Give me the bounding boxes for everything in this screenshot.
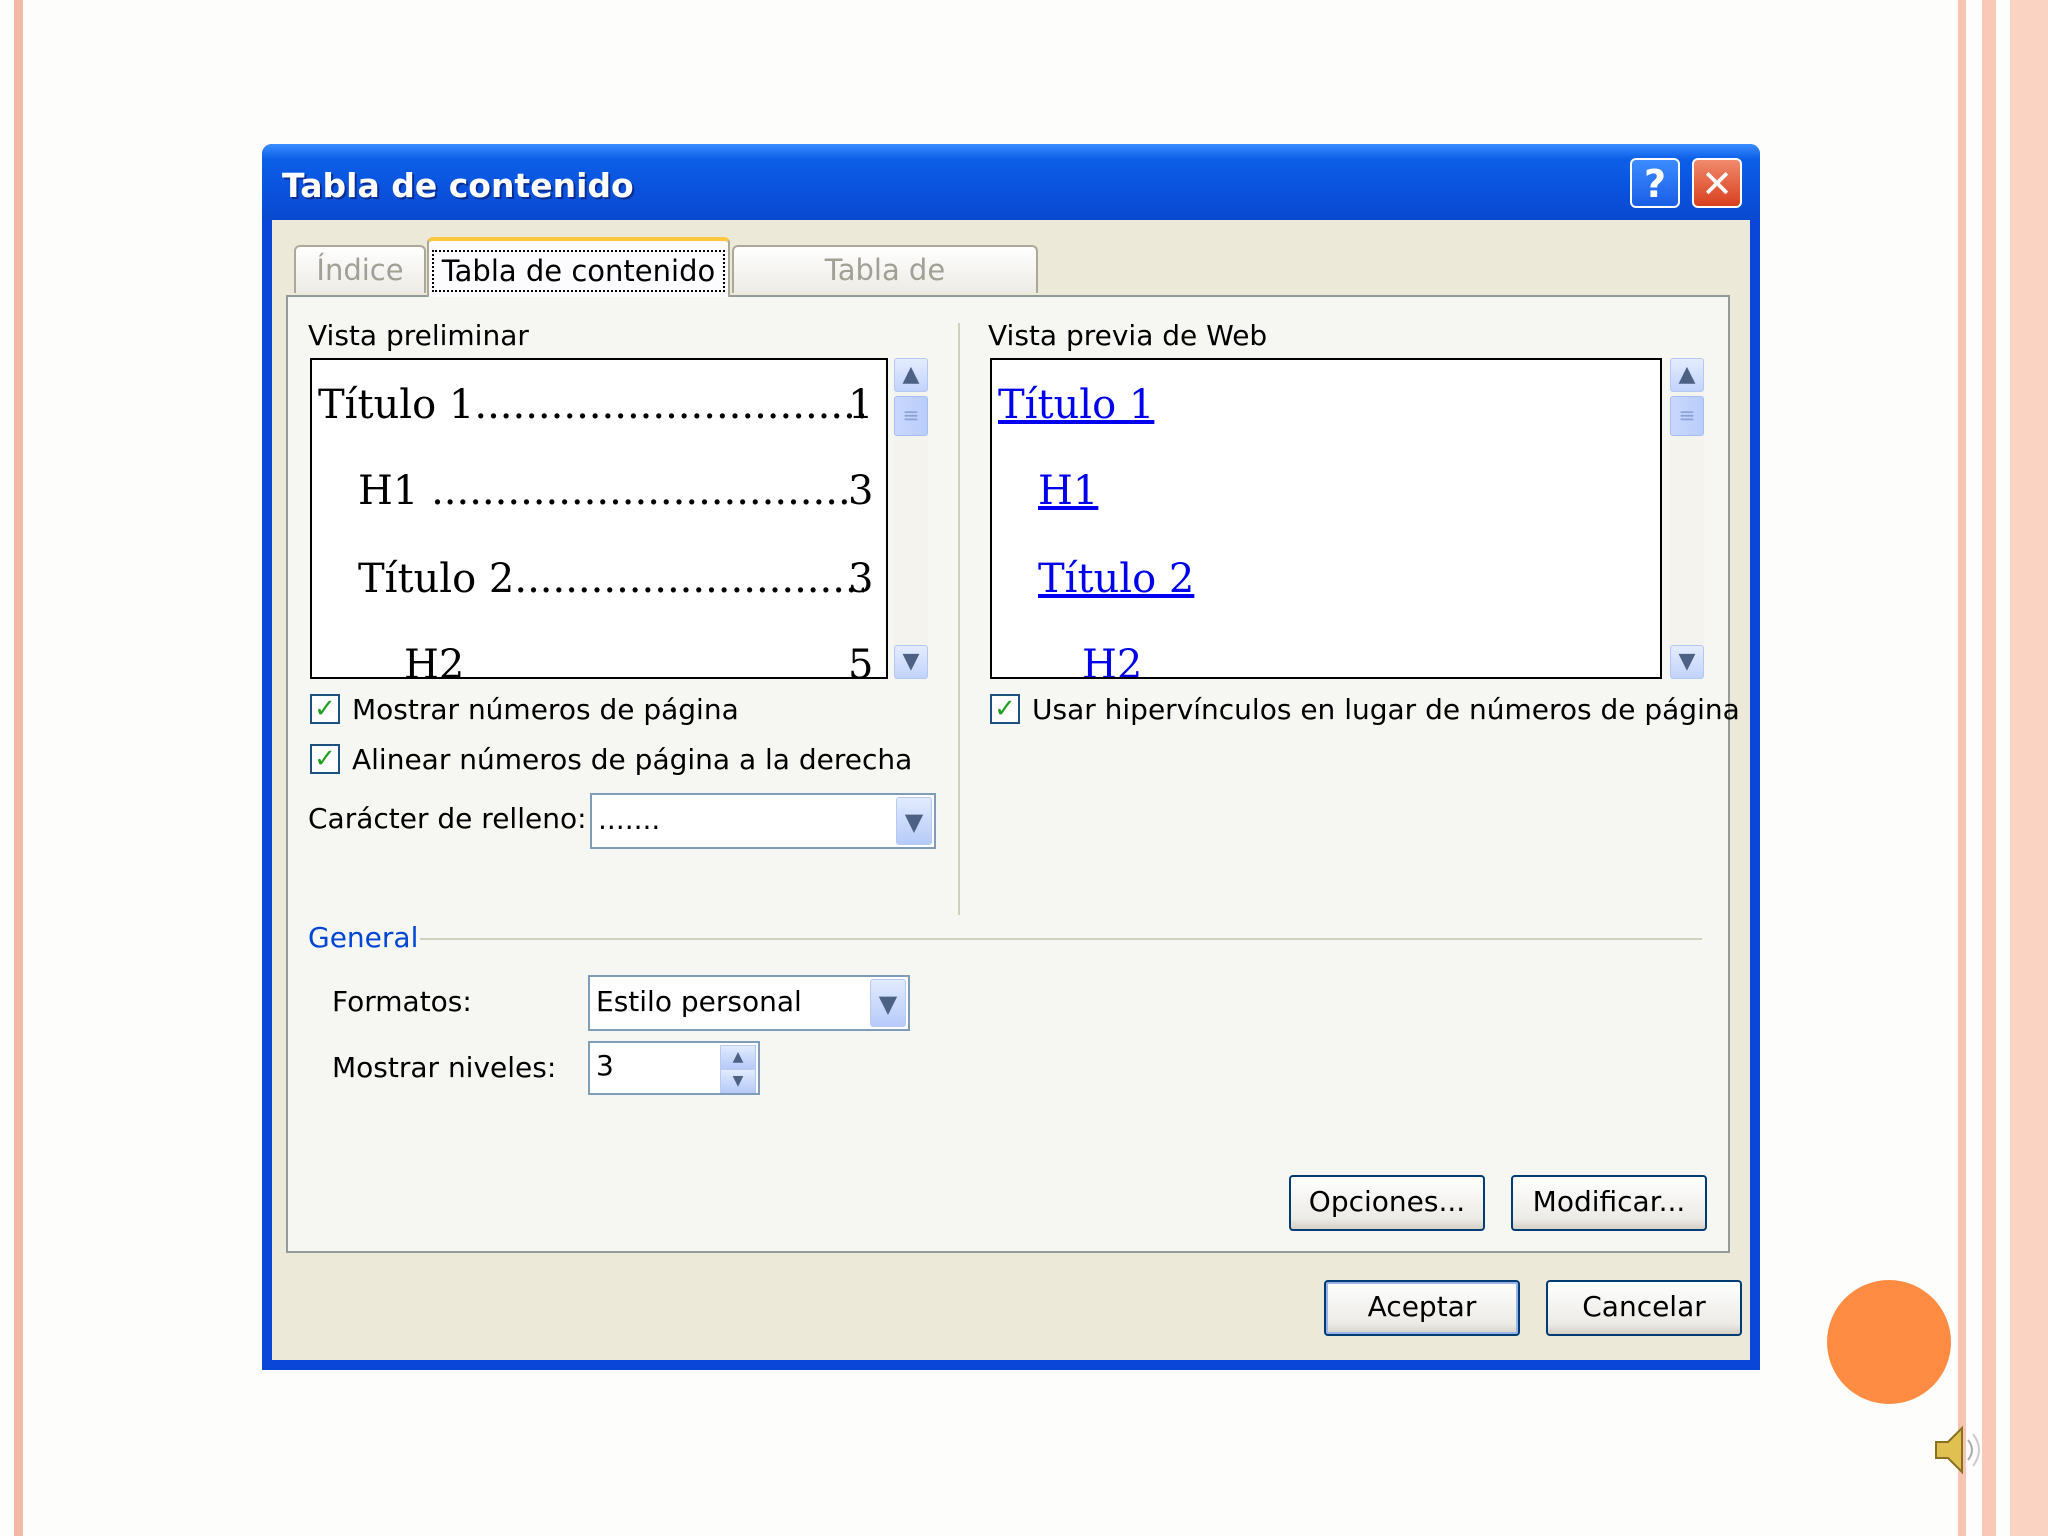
preview-entry: Título 1................................… xyxy=(318,382,864,428)
tab-label: Tabla de contenido xyxy=(431,250,726,292)
decorative-circle xyxy=(1827,1280,1951,1404)
print-preview-label: Vista preliminar xyxy=(308,319,529,352)
toc-dialog: Tabla de contenido ? ✕ Índice Tabla de c… xyxy=(262,144,1760,1370)
preview-page-number: 1 xyxy=(848,382,874,428)
show-page-numbers-label: Mostrar números de página xyxy=(352,693,739,726)
speaker-icon[interactable] xyxy=(1930,1420,1990,1480)
formats-label: Formatos: xyxy=(332,985,472,1018)
spin-down-icon[interactable]: ▼ xyxy=(720,1069,756,1093)
formats-value: Estilo personal xyxy=(596,985,802,1018)
cancel-button[interactable]: Cancelar xyxy=(1546,1280,1742,1336)
print-preview-box: Título 1................................… xyxy=(310,358,888,679)
show-page-numbers-checkbox[interactable]: ✓ xyxy=(310,694,340,724)
dialog-client: Índice Tabla de contenido Tabla de ilust… xyxy=(272,220,1750,1360)
levels-value: 3 xyxy=(596,1049,614,1082)
slide-border-left xyxy=(14,0,23,1536)
chevron-down-icon[interactable]: ▼ xyxy=(896,797,932,845)
close-button[interactable]: ✕ xyxy=(1692,158,1742,208)
dialog-title: Tabla de contenido xyxy=(282,166,634,205)
tab-tabla-de-ilustraciones[interactable]: Tabla de ilustraciones xyxy=(732,245,1038,333)
web-preview-link[interactable]: H2 xyxy=(1082,642,1142,677)
preview-page-number: 5 xyxy=(848,642,874,679)
scroll-down-icon[interactable]: ▼ xyxy=(894,645,928,679)
print-preview-scrollbar[interactable]: ▲ ≡ ▼ xyxy=(894,358,928,679)
web-preview-link[interactable]: Título 1 xyxy=(998,382,1154,428)
spin-up-icon[interactable]: ▲ xyxy=(720,1045,756,1069)
tab-indice[interactable]: Índice xyxy=(294,245,426,293)
chevron-down-icon[interactable]: ▼ xyxy=(870,979,906,1027)
use-hyperlinks-label: Usar hipervínculos en lugar de números d… xyxy=(1032,693,1740,726)
use-hyperlinks-checkbox[interactable]: ✓ xyxy=(990,694,1020,724)
title-bar[interactable]: Tabla de contenido ? ✕ xyxy=(262,144,1760,220)
ok-button[interactable]: Aceptar xyxy=(1324,1280,1520,1336)
modify-button[interactable]: Modificar... xyxy=(1511,1175,1707,1231)
general-group-label: General xyxy=(308,921,419,954)
preview-page-number: 3 xyxy=(848,468,874,514)
preview-entry: H2 xyxy=(404,642,465,679)
tab-leader-label: Carácter de relleno: xyxy=(308,802,587,835)
column-divider xyxy=(958,323,960,915)
scroll-thumb[interactable]: ≡ xyxy=(1670,396,1704,436)
web-preview-label: Vista previa de Web xyxy=(988,319,1268,352)
tab-leader-dropdown[interactable]: ....... ▼ xyxy=(590,793,936,849)
preview-page-number: 3 xyxy=(848,556,874,602)
scroll-down-icon[interactable]: ▼ xyxy=(1670,645,1704,679)
levels-spinner[interactable]: 3 ▲ ▼ xyxy=(588,1041,760,1095)
slide-border-right xyxy=(1982,0,1996,1536)
scroll-thumb[interactable]: ≡ xyxy=(894,396,928,436)
slide-border-right xyxy=(2010,0,2048,1536)
tab-tabla-de-contenido[interactable]: Tabla de contenido xyxy=(427,237,730,297)
slide-border-right xyxy=(1958,0,1966,1536)
web-preview-link[interactable]: H1 xyxy=(1038,468,1098,514)
scroll-up-icon[interactable]: ▲ xyxy=(1670,358,1704,392)
tab-leader-value: ....... xyxy=(598,803,661,836)
web-preview-scrollbar[interactable]: ▲ ≡ ▼ xyxy=(1670,358,1704,679)
right-align-label: Alinear números de página a la derecha xyxy=(352,743,913,776)
web-preview-link[interactable]: Título 2 xyxy=(1038,556,1194,602)
web-preview-box: Título 1 H1 Título 2 H2 xyxy=(990,358,1662,679)
levels-label: Mostrar niveles: xyxy=(332,1051,557,1084)
preview-entry: H1 .....................................… xyxy=(358,468,852,514)
tab-panel: Vista preliminar Título 1...............… xyxy=(286,295,1740,1253)
help-button[interactable]: ? xyxy=(1630,158,1680,208)
options-button[interactable]: Opciones... xyxy=(1289,1175,1485,1231)
scroll-up-icon[interactable]: ▲ xyxy=(894,358,928,392)
right-align-checkbox[interactable]: ✓ xyxy=(310,744,340,774)
formats-dropdown[interactable]: Estilo personal ▼ xyxy=(588,975,910,1031)
preview-entry: Título 2................................… xyxy=(358,556,864,602)
group-divider xyxy=(420,938,1702,940)
